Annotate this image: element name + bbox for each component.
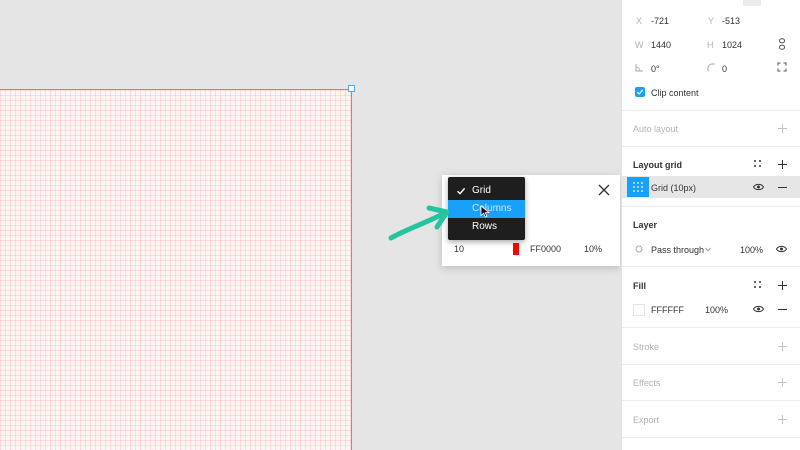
x-label: X xyxy=(636,16,643,26)
add-export-icon[interactable] xyxy=(778,415,787,424)
grid-styles-icon[interactable] xyxy=(754,160,762,168)
x-input[interactable]: -721 xyxy=(651,16,669,26)
layer-title: Layer xyxy=(633,220,658,230)
divider xyxy=(622,266,800,267)
menu-item-grid[interactable]: Grid xyxy=(448,182,525,200)
eye-icon[interactable] xyxy=(753,183,764,191)
width-input[interactable]: 1440 xyxy=(651,40,671,50)
add-stroke-icon[interactable] xyxy=(778,342,787,351)
divider xyxy=(622,206,800,207)
divider xyxy=(622,110,800,111)
add-effect-icon[interactable] xyxy=(778,378,787,387)
grid-item-label: Grid (10px) xyxy=(651,183,697,193)
close-icon[interactable] xyxy=(597,183,611,197)
clip-content-checkbox[interactable] xyxy=(635,87,645,97)
check-icon xyxy=(457,187,466,195)
add-layout-grid-icon[interactable] xyxy=(778,160,787,169)
fill-hex-input[interactable]: FFFFFF xyxy=(651,305,684,315)
menu-item-label: Grid xyxy=(472,185,491,196)
constrain-proportions-icon[interactable] xyxy=(778,38,786,50)
rotation-icon xyxy=(635,64,643,72)
frame-with-layout-grid[interactable] xyxy=(0,89,352,450)
fill-title: Fill xyxy=(633,281,646,291)
grid-settings-icon[interactable] xyxy=(627,177,649,197)
export-title: Export xyxy=(633,415,660,425)
height-input[interactable]: 1024 xyxy=(722,40,742,50)
fill-styles-icon[interactable] xyxy=(754,281,762,289)
layer-opacity-input[interactable]: 100% xyxy=(740,245,763,255)
effects-title: Effects xyxy=(633,378,661,388)
blend-mode-icon xyxy=(635,245,643,253)
stroke-title: Stroke xyxy=(633,342,660,352)
menu-item-label: Rows xyxy=(472,221,498,232)
frame-resize-handle[interactable] xyxy=(348,85,355,92)
properties-panel: X -721 Y -513 W 1440 H 1024 0° 0 Clip co… xyxy=(621,0,800,450)
divider xyxy=(622,400,800,401)
grid-color-hex-input[interactable]: FF0000 xyxy=(530,244,561,254)
tutorial-arrow-icon xyxy=(388,205,450,241)
remove-grid-icon[interactable] xyxy=(778,187,787,188)
grid-settings-row: 10 FF0000 10% xyxy=(442,241,620,257)
blend-mode-select[interactable]: Pass through xyxy=(651,245,704,255)
eye-icon[interactable] xyxy=(753,305,764,313)
divider xyxy=(622,146,800,147)
grid-color-swatch[interactable] xyxy=(513,243,519,255)
add-auto-layout-icon[interactable] xyxy=(778,124,787,133)
menu-item-label: Columns xyxy=(472,203,512,214)
fill-opacity-input[interactable]: 100% xyxy=(705,305,728,315)
layout-grid-item[interactable]: Grid (10px) xyxy=(622,176,800,198)
corner-radius-input[interactable]: 0 xyxy=(722,64,727,74)
eye-icon[interactable] xyxy=(776,245,787,253)
w-label: W xyxy=(635,40,644,50)
rotation-input[interactable]: 0° xyxy=(651,64,660,74)
remove-fill-icon[interactable] xyxy=(778,309,787,310)
grid-opacity-input[interactable]: 10% xyxy=(584,244,602,254)
mouse-cursor-icon xyxy=(480,205,490,218)
divider xyxy=(622,364,800,365)
clip-content-label: Clip content xyxy=(651,88,699,98)
y-label: Y xyxy=(708,16,715,26)
grid-count-input[interactable]: 10 xyxy=(454,244,464,254)
y-input[interactable]: -513 xyxy=(722,16,740,26)
independent-corners-icon[interactable] xyxy=(777,62,787,72)
corner-radius-icon xyxy=(707,63,715,71)
grid-dots-icon xyxy=(633,182,643,192)
check-icon xyxy=(636,89,644,95)
auto-layout-title: Auto layout xyxy=(633,124,679,134)
menu-item-rows[interactable]: Rows xyxy=(448,218,525,236)
divider xyxy=(622,327,800,328)
panel-top-button[interactable] xyxy=(743,0,761,6)
divider xyxy=(622,437,800,438)
chevron-down-icon xyxy=(705,247,711,252)
layout-grid-title: Layout grid xyxy=(633,160,682,170)
add-fill-icon[interactable] xyxy=(778,281,787,290)
h-label: H xyxy=(707,40,714,50)
fill-color-swatch[interactable] xyxy=(633,304,645,316)
